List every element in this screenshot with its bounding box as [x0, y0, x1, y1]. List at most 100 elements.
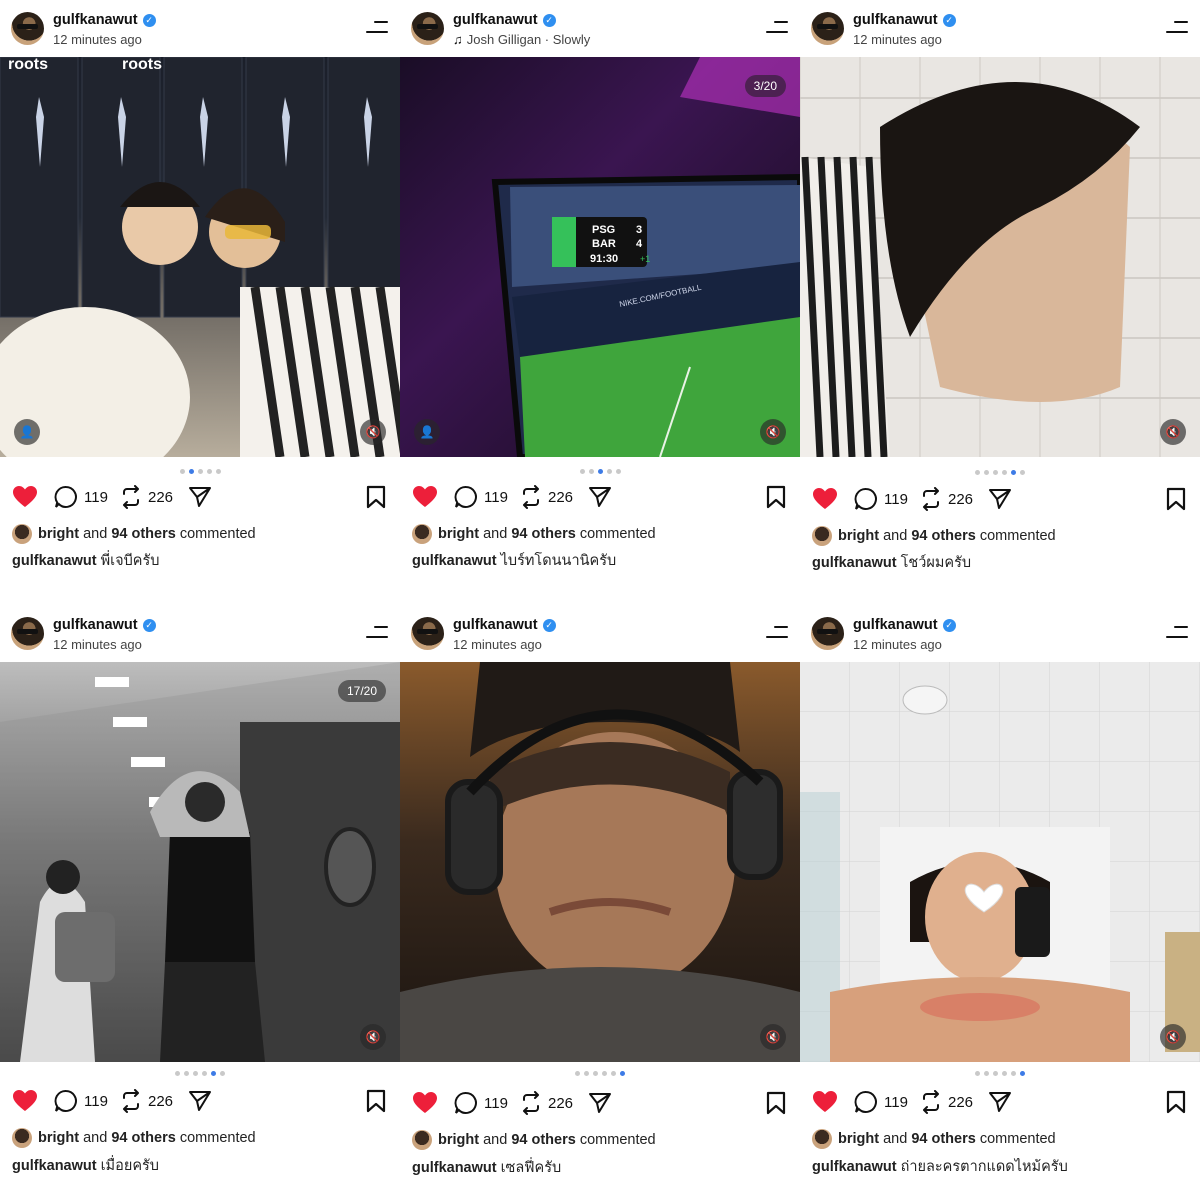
avatar[interactable] — [411, 617, 444, 650]
comment-button[interactable]: 119 — [854, 487, 908, 511]
username[interactable]: gulfkanawut — [853, 617, 938, 633]
mute-icon[interactable]: 🔇 — [1160, 1024, 1186, 1050]
carousel-dot[interactable] — [975, 1071, 980, 1076]
caption-username[interactable]: gulfkanawut — [412, 553, 497, 569]
repost-button[interactable]: 226 — [520, 485, 573, 509]
commenter-name[interactable]: bright — [438, 1132, 479, 1148]
mute-icon[interactable]: 🔇 — [760, 419, 786, 445]
carousel-dot[interactable] — [211, 1071, 216, 1076]
carousel-dot[interactable] — [584, 1071, 589, 1076]
carousel-dot[interactable] — [1011, 470, 1016, 475]
menu-icon[interactable] — [1166, 625, 1188, 639]
caption-username[interactable]: gulfkanawut — [12, 1158, 97, 1174]
share-button[interactable] — [988, 487, 1012, 511]
carousel-dot[interactable] — [1020, 1071, 1025, 1076]
share-button[interactable] — [588, 485, 612, 509]
username[interactable]: gulfkanawut — [853, 12, 938, 28]
username[interactable]: gulfkanawut — [453, 12, 538, 28]
commented-row[interactable]: bright and 94 others commented — [12, 524, 256, 544]
commenter-name[interactable]: bright — [438, 526, 479, 542]
comment-button[interactable]: 119 — [454, 485, 508, 509]
carousel-dot[interactable] — [588, 469, 594, 474]
commenter-name[interactable]: bright — [838, 528, 879, 544]
carousel-dot[interactable] — [1011, 1071, 1016, 1076]
carousel-dot[interactable] — [202, 1071, 207, 1076]
avatar[interactable] — [811, 617, 844, 650]
carousel-dot[interactable] — [593, 1071, 598, 1076]
like-button[interactable] — [412, 1091, 438, 1115]
share-button[interactable] — [588, 1091, 612, 1115]
save-button[interactable] — [766, 1091, 786, 1115]
save-button[interactable] — [1166, 487, 1186, 511]
carousel-dot[interactable] — [984, 470, 989, 475]
carousel-dot[interactable] — [597, 469, 603, 474]
carousel-dot[interactable] — [1020, 470, 1025, 475]
menu-icon[interactable] — [1166, 20, 1188, 34]
post-photo[interactable]: PSG 3 BAR 4 91:30 +1 NIKE.COM/FOOTBALL 3/20 👤 … — [400, 57, 800, 457]
carousel-dot[interactable] — [620, 1071, 625, 1076]
repost-button[interactable]: 226 — [120, 485, 173, 509]
like-button[interactable] — [12, 485, 38, 509]
carousel-dot[interactable] — [1002, 1071, 1007, 1076]
menu-icon[interactable] — [366, 20, 388, 34]
avatar[interactable] — [11, 617, 44, 650]
avatar[interactable] — [411, 12, 444, 45]
subline-text[interactable]: 12 minutes ago — [853, 32, 942, 47]
carousel-dot[interactable] — [984, 1071, 989, 1076]
save-button[interactable] — [366, 1089, 386, 1113]
save-button[interactable] — [1166, 1090, 1186, 1114]
carousel-dot[interactable] — [175, 1071, 180, 1076]
commented-row[interactable]: bright and 94 others commented — [812, 526, 1056, 546]
carousel-dot[interactable] — [575, 1071, 580, 1076]
carousel-dot[interactable] — [215, 469, 221, 474]
user-tag-icon[interactable]: 👤 — [414, 419, 440, 445]
save-button[interactable] — [366, 485, 386, 509]
caption-username[interactable]: gulfkanawut — [12, 553, 97, 569]
commented-row[interactable]: bright and 94 others commented — [412, 524, 656, 544]
like-button[interactable] — [812, 487, 838, 511]
carousel-dot[interactable] — [197, 469, 203, 474]
comment-button[interactable]: 119 — [454, 1091, 508, 1115]
carousel-dot[interactable] — [206, 469, 212, 474]
carousel-dot[interactable] — [975, 470, 980, 475]
avatar[interactable] — [11, 12, 44, 45]
share-button[interactable] — [188, 1089, 212, 1113]
carousel-dot[interactable] — [611, 1071, 616, 1076]
caption-username[interactable]: gulfkanawut — [412, 1160, 497, 1176]
commented-row[interactable]: bright and 94 others commented — [412, 1130, 656, 1150]
subline-text[interactable]: Josh Gilligan · Slowly — [467, 32, 591, 47]
menu-icon[interactable] — [766, 20, 788, 34]
repost-button[interactable]: 226 — [920, 1090, 973, 1114]
like-button[interactable] — [12, 1089, 38, 1113]
post-photo[interactable]: 🔇 — [800, 57, 1200, 457]
subline-text[interactable]: 12 minutes ago — [53, 32, 142, 47]
mute-icon[interactable]: 🔇 — [360, 419, 386, 445]
comment-button[interactable]: 119 — [54, 485, 108, 509]
user-tag-icon[interactable]: 👤 — [14, 419, 40, 445]
commenter-name[interactable]: bright — [38, 1130, 79, 1146]
post-photo[interactable]: 🔇 — [800, 662, 1200, 1062]
mute-icon[interactable]: 🔇 — [360, 1024, 386, 1050]
carousel-dot[interactable] — [993, 1071, 998, 1076]
subline-text[interactable]: 12 minutes ago — [853, 637, 942, 652]
username[interactable]: gulfkanawut — [53, 617, 138, 633]
share-button[interactable] — [988, 1090, 1012, 1114]
caption-username[interactable]: gulfkanawut — [812, 1159, 897, 1175]
post-photo[interactable]: 17/20 🔇 — [0, 662, 400, 1062]
mute-icon[interactable]: 🔇 — [1160, 419, 1186, 445]
save-button[interactable] — [766, 485, 786, 509]
comment-button[interactable]: 119 — [54, 1089, 108, 1113]
username[interactable]: gulfkanawut — [53, 12, 138, 28]
commenter-name[interactable]: bright — [838, 1131, 879, 1147]
carousel-dot[interactable] — [606, 469, 612, 474]
repost-button[interactable]: 226 — [120, 1089, 173, 1113]
carousel-dot[interactable] — [179, 469, 185, 474]
carousel-dot[interactable] — [1002, 470, 1007, 475]
comment-button[interactable]: 119 — [854, 1090, 908, 1114]
repost-button[interactable]: 226 — [520, 1091, 573, 1115]
carousel-dot[interactable] — [993, 470, 998, 475]
username[interactable]: gulfkanawut — [453, 617, 538, 633]
post-photo[interactable]: roots roots 👤 🔇 — [0, 57, 400, 457]
menu-icon[interactable] — [366, 625, 388, 639]
commenter-name[interactable]: bright — [38, 526, 79, 542]
